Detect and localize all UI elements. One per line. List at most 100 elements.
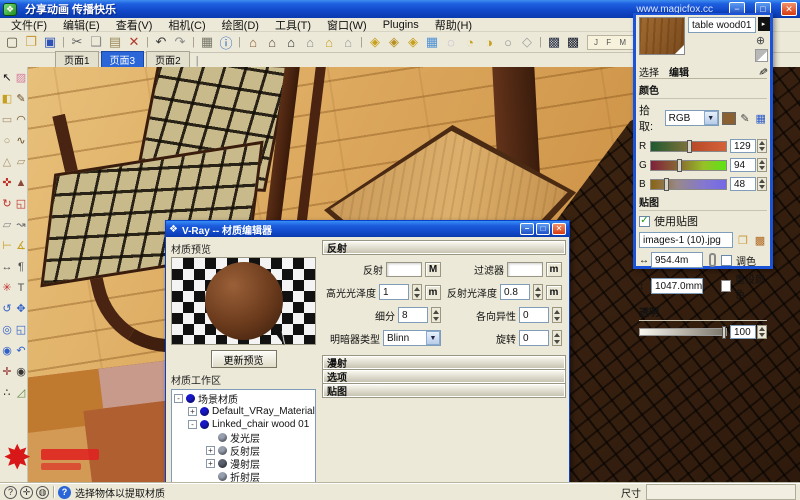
palette-tool[interactable]: ◠ <box>14 109 28 130</box>
color-slider-track[interactable] <box>650 179 727 190</box>
palette-tool[interactable]: ○ <box>0 130 14 151</box>
filter-map-button[interactable]: m <box>546 262 562 277</box>
toolbar-icon[interactable]: ▦ <box>423 34 441 51</box>
reflection-map-button[interactable]: M <box>425 262 441 277</box>
menu-item[interactable]: 窗口(W) <box>320 17 374 33</box>
match-color-icon[interactable]: ✎ <box>739 112 752 125</box>
channel-spinner[interactable] <box>757 177 767 191</box>
menu-item[interactable]: 相机(C) <box>161 17 212 33</box>
anisotropy-spinner[interactable] <box>552 307 562 323</box>
vray-maximize-button[interactable]: □ <box>536 223 550 235</box>
toolbar-icon[interactable]: ◈ <box>404 34 422 51</box>
shader-type-dropdown[interactable]: Blinn ▼ <box>383 330 441 346</box>
palette-tool[interactable]: ↔ <box>0 256 14 277</box>
channel-value-field[interactable]: 48 <box>730 177 756 191</box>
palette-tool[interactable]: ✎ <box>14 88 28 109</box>
tab-edit[interactable]: 编辑 <box>669 64 689 79</box>
palette-tool[interactable]: ▲ <box>14 172 28 193</box>
match-screen-icon[interactable]: ▦ <box>754 112 767 125</box>
palette-tool[interactable]: ◱ <box>14 319 28 340</box>
palette-tool[interactable]: ✜ <box>0 172 14 193</box>
highlight-gloss-input[interactable]: 1 <box>379 284 409 300</box>
dimensions-value-field[interactable] <box>646 484 796 500</box>
menu-item[interactable]: 工具(T) <box>268 17 318 33</box>
toolbar-icon[interactable]: ✂ <box>68 34 86 51</box>
channel-spinner[interactable] <box>757 139 767 153</box>
palette-tool[interactable]: ⊢ <box>0 235 14 256</box>
palette-tool[interactable]: ◿ <box>14 382 28 403</box>
palette-tool[interactable]: ∴ <box>0 382 14 403</box>
menu-item[interactable]: 编辑(E) <box>56 17 107 33</box>
toolbar-icon[interactable]: ◑ <box>480 34 498 51</box>
update-preview-button[interactable]: 更新预览 <box>211 350 277 368</box>
subdivs-spinner[interactable] <box>431 307 441 323</box>
toolbar-icon[interactable]: ❐ <box>22 34 40 51</box>
toolbar-icon[interactable]: ⌂ <box>244 34 262 51</box>
toolbar-icon[interactable]: ⓘ <box>217 34 235 51</box>
tree-expander[interactable]: + <box>188 407 197 416</box>
palette-tool[interactable]: ◧ <box>0 88 14 109</box>
color-slider-track[interactable] <box>650 160 727 171</box>
texture-width-field[interactable]: 954.4m <box>651 252 703 268</box>
tree-expander[interactable]: + <box>206 446 215 455</box>
channel-value-field[interactable]: 94 <box>730 158 756 172</box>
browse-folder-icon[interactable]: ❐ <box>736 234 750 247</box>
toolbar-icon[interactable]: ▩ <box>564 34 582 51</box>
material-tree[interactable]: - 场景材质 + Default_VRay_Material - <box>171 389 316 496</box>
collapsed-section-header[interactable]: 贴图 <box>323 384 565 397</box>
vray-close-button[interactable]: ✕ <box>552 223 566 235</box>
toolbar-icon[interactable] <box>236 34 243 51</box>
toolbar-icon[interactable] <box>190 34 197 51</box>
toolbar-icon[interactable]: ◌ <box>442 34 460 51</box>
status-circle-icon[interactable]: ◍ <box>36 486 49 499</box>
tree-row[interactable]: 折射层 <box>172 470 315 483</box>
collapsed-section-header[interactable]: 漫射 <box>323 356 565 369</box>
use-texture-checkbox[interactable]: ✓ <box>639 216 650 227</box>
close-button[interactable]: ✕ <box>781 2 797 16</box>
anisotropy-input[interactable]: 0 <box>519 307 549 323</box>
sample-paint-icon[interactable] <box>755 49 768 62</box>
collapsed-section-header[interactable]: 选项 <box>323 370 565 383</box>
palette-tool[interactable]: ◱ <box>14 193 28 214</box>
highlight-gloss-spinner[interactable] <box>412 284 422 300</box>
menu-item[interactable]: Plugins <box>376 19 426 31</box>
opacity-spinner[interactable] <box>757 325 767 339</box>
toolbar-icon[interactable]: ○ <box>499 34 517 51</box>
palette-tool[interactable]: ▱ <box>0 214 14 235</box>
tree-expander[interactable]: + <box>206 459 215 468</box>
palette-tool[interactable]: △ <box>0 151 14 172</box>
highlight-gloss-map-button[interactable]: m <box>425 285 441 300</box>
reset-color-label[interactable]: 重设颜色 <box>735 271 767 301</box>
texture-height-field[interactable]: 1047.0mm <box>651 278 703 294</box>
palette-tool[interactable]: ◉ <box>0 340 14 361</box>
channel-value-field[interactable]: 129 <box>730 139 756 153</box>
texture-file-field[interactable]: images-1 (10).jpg <box>639 232 733 248</box>
tree-expander[interactable]: - <box>188 420 197 429</box>
toolbar-icon[interactable]: ◈ <box>385 34 403 51</box>
status-circle-icon[interactable]: ? <box>4 486 17 499</box>
palette-tool[interactable]: ▨ <box>14 67 28 88</box>
palette-tool[interactable]: ◉ <box>14 361 28 382</box>
toolbar-icon[interactable]: ◔ <box>461 34 479 51</box>
palette-tool[interactable]: ¶ <box>14 256 28 277</box>
palette-tool[interactable]: ↝ <box>14 214 28 235</box>
palette-tool[interactable]: ▭ <box>0 109 14 130</box>
opacity-slider-track[interactable] <box>639 328 727 336</box>
menu-item[interactable]: 绘图(D) <box>215 17 266 33</box>
toolbar-icon[interactable] <box>537 34 544 51</box>
toolbar-icon[interactable]: ⌂ <box>301 34 319 51</box>
menu-item[interactable]: 查看(V) <box>109 17 160 33</box>
tree-row[interactable]: + Default_VRay_Material <box>172 405 315 418</box>
filter-color-swatch[interactable] <box>507 262 543 277</box>
reflect-gloss-spinner[interactable] <box>533 284 543 300</box>
toolbar-icon[interactable]: ▩ <box>545 34 563 51</box>
tree-expander[interactable]: - <box>174 394 183 403</box>
tab-page1[interactable]: 页面1 <box>55 51 99 67</box>
rotation-spinner[interactable] <box>552 330 562 346</box>
material-name-field[interactable]: table wood01 <box>688 17 756 33</box>
menu-item[interactable]: 文件(F) <box>4 17 54 33</box>
toolbar-icon[interactable]: ◇ <box>518 34 536 51</box>
rotation-input[interactable]: 0 <box>519 330 549 346</box>
reflect-gloss-input[interactable]: 0.8 <box>500 284 530 300</box>
menu-item[interactable]: 帮助(H) <box>428 17 479 33</box>
